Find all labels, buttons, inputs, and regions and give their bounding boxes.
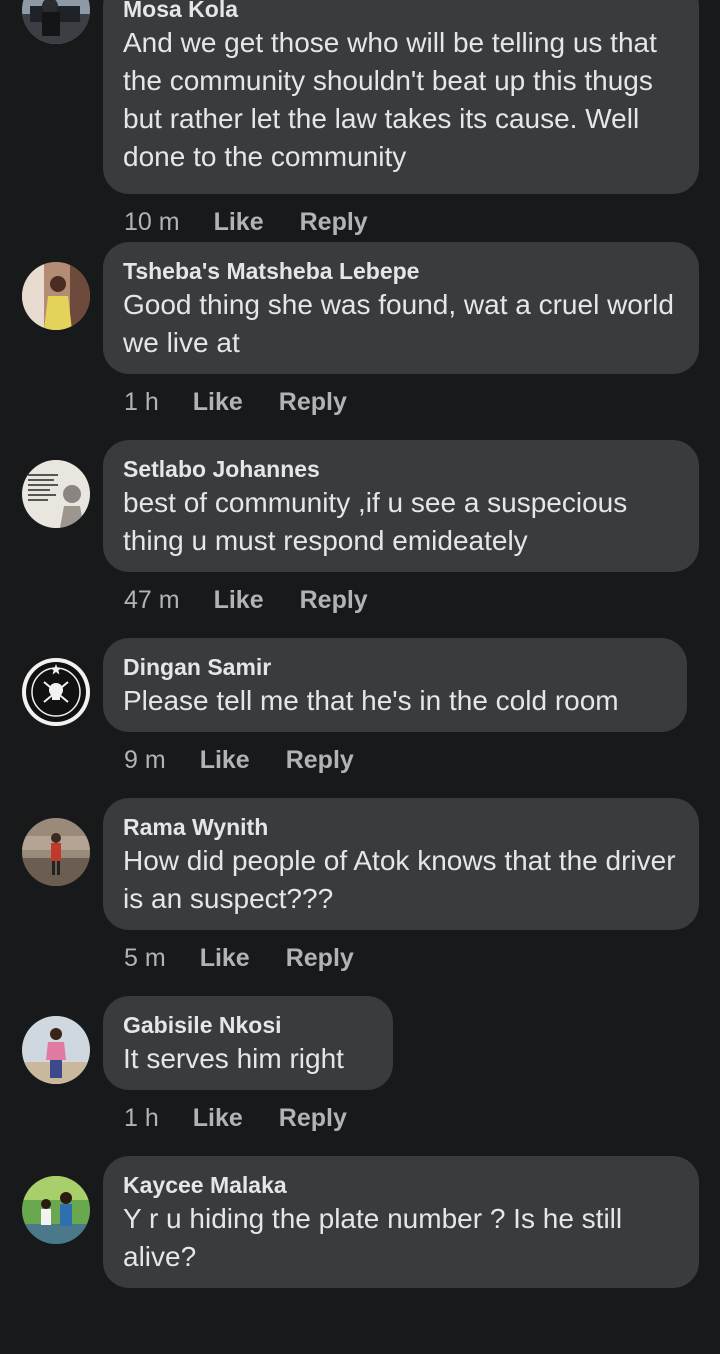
like-button[interactable]: Like: [193, 1104, 243, 1133]
like-button[interactable]: Like: [193, 388, 243, 417]
comment-text: Please tell me that he's in the cold roo…: [123, 685, 619, 716]
like-button[interactable]: Like: [214, 208, 264, 237]
comment-item: Tsheba's Matsheba Lebepe Good thing she …: [0, 242, 720, 440]
comment-item: Kaycee Malaka Y r u hiding the plate num…: [0, 1156, 720, 1354]
comment-actions: 1 h Like Reply: [124, 388, 347, 417]
comment-author[interactable]: Mosa Kola: [123, 0, 679, 23]
comment-timestamp[interactable]: 5 m: [124, 944, 166, 973]
comment-bubble: Tsheba's Matsheba Lebepe Good thing she …: [103, 242, 699, 374]
comment-text: Good thing she was found, wat a cruel wo…: [123, 289, 674, 358]
comment-author[interactable]: Gabisile Nkosi: [123, 1011, 373, 1039]
comment-bubble: Setlabo Johannes best of community ,if u…: [103, 440, 699, 572]
comment-bubble: Gabisile Nkosi It serves him right: [103, 996, 393, 1090]
like-button[interactable]: Like: [200, 746, 250, 775]
comment-author[interactable]: Setlabo Johannes: [123, 455, 679, 483]
comment-author[interactable]: Kaycee Malaka: [123, 1171, 679, 1199]
reply-button[interactable]: Reply: [300, 208, 368, 237]
comment-timestamp[interactable]: 1 h: [124, 388, 159, 417]
reply-button[interactable]: Reply: [286, 746, 354, 775]
comment-feed: Mosa Kola And we get those who will be t…: [0, 0, 720, 1354]
comment-actions: 1 h Like Reply: [124, 1104, 347, 1133]
reply-button[interactable]: Reply: [279, 388, 347, 417]
comment-timestamp[interactable]: 47 m: [124, 586, 180, 615]
user-photo-icon[interactable]: [22, 1176, 90, 1244]
comment-item: Rama Wynith How did people of Atok knows…: [0, 798, 720, 996]
user-photo-icon[interactable]: [22, 262, 90, 330]
reply-button[interactable]: Reply: [279, 1104, 347, 1133]
user-photo-icon[interactable]: [22, 1016, 90, 1084]
comment-timestamp[interactable]: 9 m: [124, 746, 166, 775]
comment-author[interactable]: Rama Wynith: [123, 813, 679, 841]
comment-actions: 9 m Like Reply: [124, 746, 354, 775]
like-button[interactable]: Like: [214, 586, 264, 615]
comment-text: best of community ,if u see a suspecious…: [123, 487, 628, 556]
like-button[interactable]: Like: [200, 944, 250, 973]
comment-item: Setlabo Johannes best of community ,if u…: [0, 440, 720, 638]
comment-bubble: Kaycee Malaka Y r u hiding the plate num…: [103, 1156, 699, 1288]
comment-timestamp[interactable]: 1 h: [124, 1104, 159, 1133]
quote-poster-icon[interactable]: [22, 460, 90, 528]
comment-text: Y r u hiding the plate number ? Is he st…: [123, 1203, 623, 1272]
comment-item: Gabisile Nkosi It serves him right 1 h L…: [0, 996, 720, 1156]
comment-text: It serves him right: [123, 1043, 344, 1074]
comment-text: And we get those who will be telling us …: [123, 27, 657, 172]
comment-author[interactable]: Tsheba's Matsheba Lebepe: [123, 257, 679, 285]
comment-bubble: Rama Wynith How did people of Atok knows…: [103, 798, 699, 930]
user-photo-icon[interactable]: [22, 818, 90, 886]
user-photo-icon[interactable]: [22, 0, 90, 44]
comment-item: Dingan Samir Please tell me that he's in…: [0, 638, 720, 798]
comment-actions: 10 m Like Reply: [124, 208, 368, 237]
comment-actions: 47 m Like Reply: [124, 586, 368, 615]
orlando-pirates-logo-icon[interactable]: [22, 658, 90, 726]
reply-button[interactable]: Reply: [286, 944, 354, 973]
comment-actions: 5 m Like Reply: [124, 944, 354, 973]
reply-button[interactable]: Reply: [300, 586, 368, 615]
comment-timestamp[interactable]: 10 m: [124, 208, 180, 237]
comment-item: Mosa Kola And we get those who will be t…: [0, 0, 720, 242]
comment-author[interactable]: Dingan Samir: [123, 653, 667, 681]
comment-bubble: Dingan Samir Please tell me that he's in…: [103, 638, 687, 732]
comment-bubble: Mosa Kola And we get those who will be t…: [103, 0, 699, 194]
comment-text: How did people of Atok knows that the dr…: [123, 845, 676, 914]
